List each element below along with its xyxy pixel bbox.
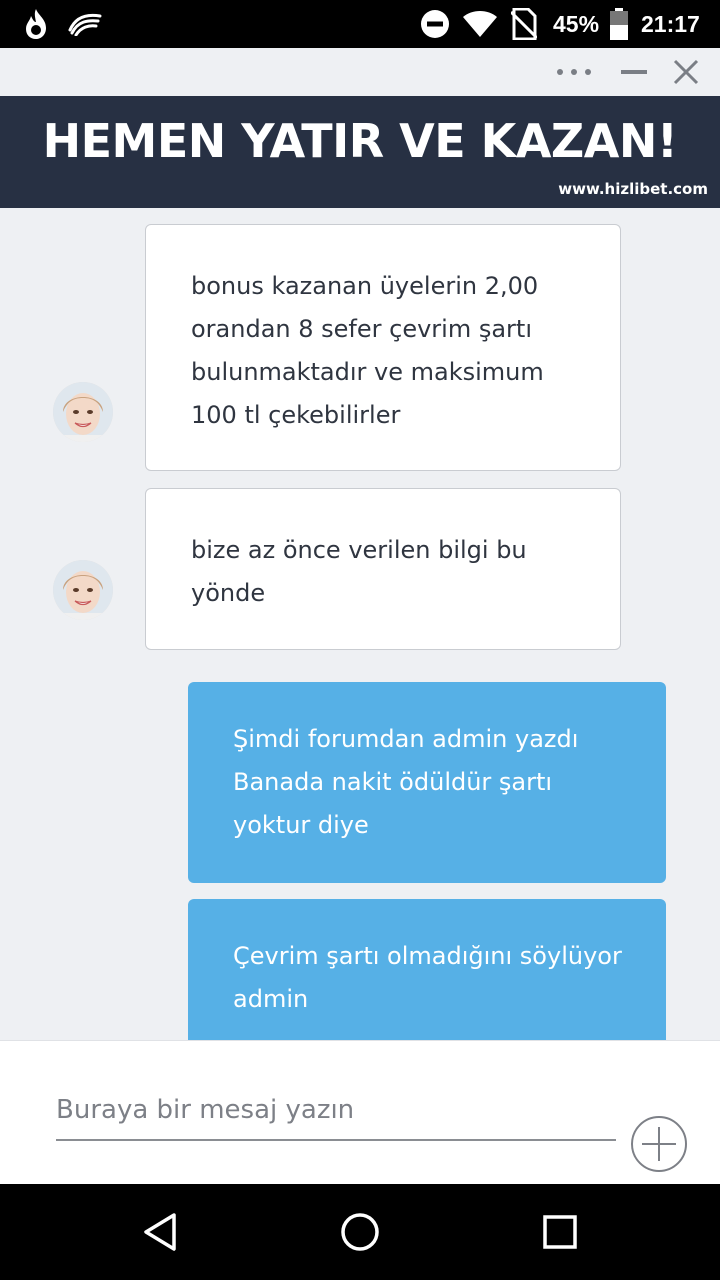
wifi-icon bbox=[462, 0, 498, 48]
add-attachment-button[interactable] bbox=[630, 1115, 688, 1173]
user-message: Şimdi forumdan admin yazdı Banada nakit … bbox=[188, 682, 666, 883]
message-line: bonus kazanan üyelerin 2,00 bbox=[191, 272, 539, 300]
back-icon[interactable] bbox=[112, 1184, 208, 1280]
home-icon[interactable] bbox=[312, 1184, 408, 1280]
battery-percent: 45% bbox=[553, 10, 600, 37]
recents-icon[interactable] bbox=[512, 1184, 608, 1280]
no-sim-icon bbox=[511, 0, 537, 48]
banner-url: www.hizlibet.com bbox=[558, 180, 708, 198]
close-icon[interactable] bbox=[666, 48, 706, 96]
message-line: 100 tl çekebilirler bbox=[191, 401, 401, 429]
message-line: bulunmaktadır ve maksimum bbox=[191, 358, 544, 386]
agent-message: bize az önce verilen bilgi bu yönde bbox=[145, 488, 621, 650]
agent-avatar bbox=[53, 382, 113, 442]
agent-message: bonus kazanan üyelerin 2,00 orandan 8 se… bbox=[145, 224, 621, 471]
message-input[interactable] bbox=[56, 1081, 616, 1141]
message-line: Çevrim şartı olmadığını söylüyor bbox=[233, 942, 622, 970]
message-line: Banada nakit ödüldür şartı bbox=[233, 768, 553, 796]
chat-window-toolbar bbox=[0, 48, 720, 96]
clock: 21:17 bbox=[641, 10, 700, 37]
minimize-icon[interactable] bbox=[614, 48, 654, 96]
banner-title: HEMEN YATIR VE KAZAN! bbox=[42, 114, 678, 168]
navigation-bar bbox=[0, 1184, 720, 1280]
flame-app-icon bbox=[22, 0, 50, 48]
battery-icon bbox=[609, 0, 629, 48]
message-line: yönde bbox=[191, 579, 266, 607]
promo-banner[interactable]: HEMEN YATIR VE KAZAN! www.hizlibet.com bbox=[0, 96, 720, 208]
more-icon[interactable] bbox=[552, 48, 596, 96]
message-line: bize az önce verilen bilgi bu bbox=[191, 536, 527, 564]
message-line: yoktur diye bbox=[233, 811, 369, 839]
status-bar: 45% 21:17 bbox=[0, 0, 720, 48]
chat-transcript[interactable]: bonus kazanan üyelerin 2,00 orandan 8 se… bbox=[0, 208, 720, 1040]
agent-avatar bbox=[53, 560, 113, 620]
plus-circle-icon bbox=[631, 1116, 687, 1172]
user-message: Çevrim şartı olmadığını söylüyor admin bbox=[188, 899, 666, 1040]
message-line: orandan 8 sefer çevrim şartı bbox=[191, 315, 532, 343]
swiftkey-icon bbox=[68, 0, 102, 48]
message-line: admin bbox=[233, 985, 309, 1013]
message-composer bbox=[0, 1040, 720, 1184]
do-not-disturb-icon bbox=[420, 0, 450, 48]
message-line: Şimdi forumdan admin yazdı bbox=[233, 725, 579, 753]
